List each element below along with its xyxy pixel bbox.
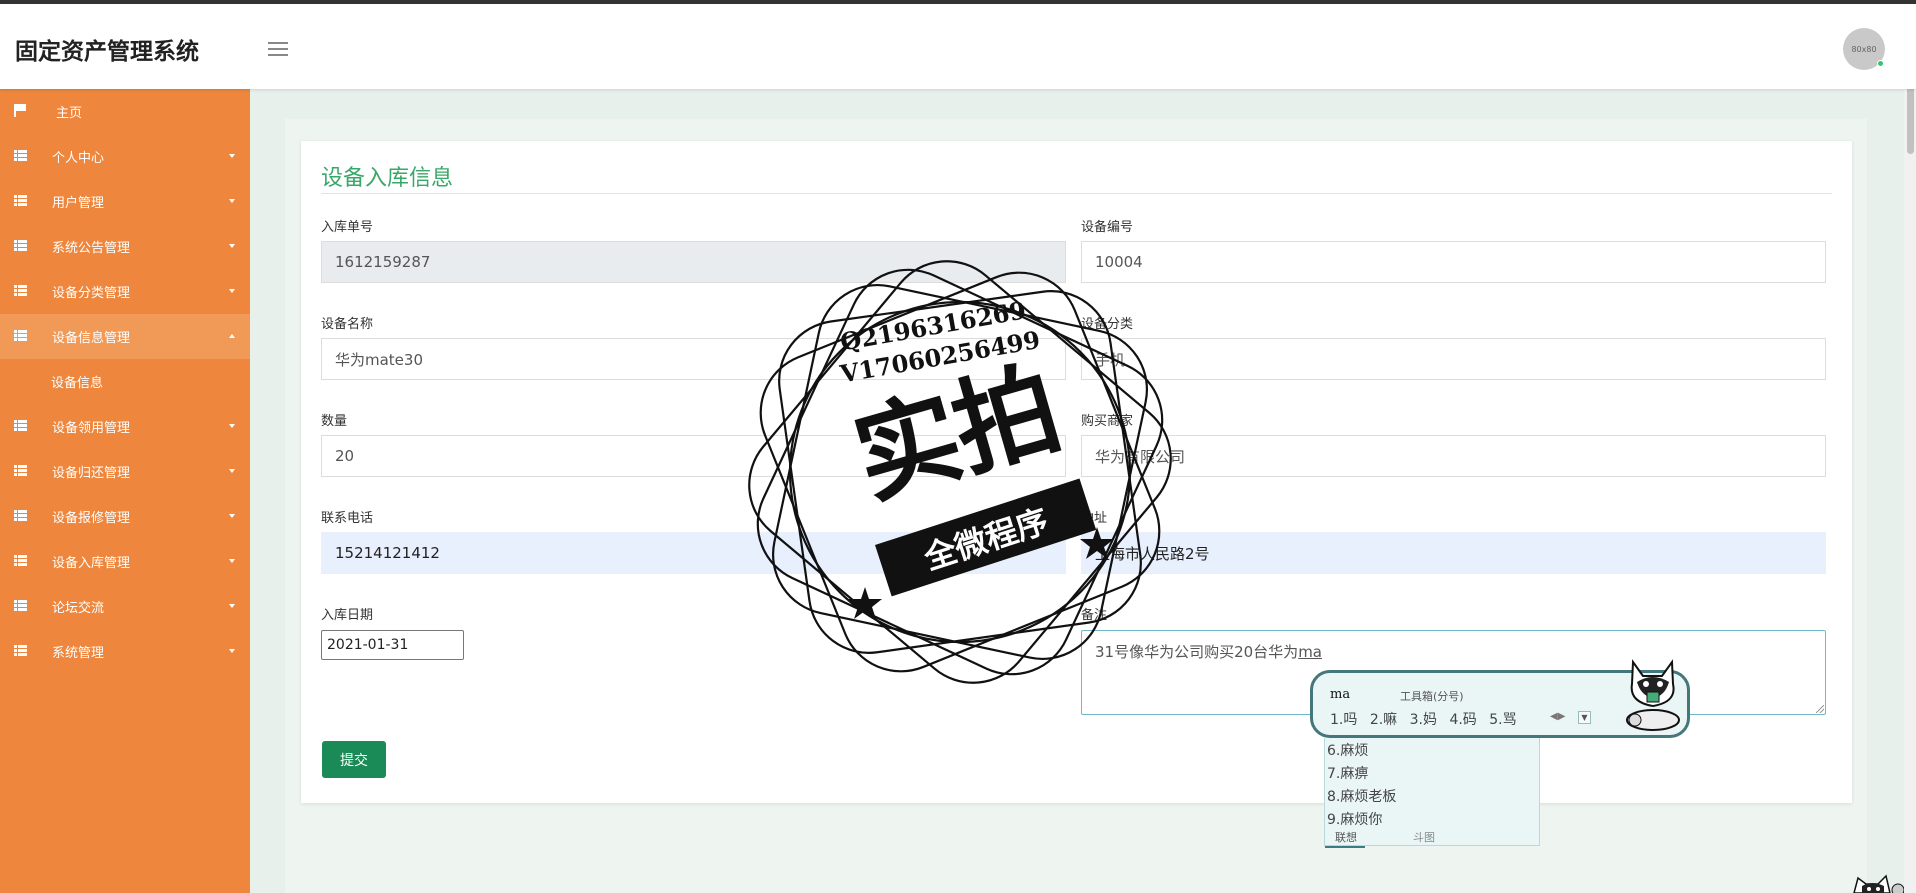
app-title: 固定资产管理系统 [15,39,199,65]
quantity-label: 数量 [321,414,348,429]
top-header: 固定资产管理系统 80x80 [0,4,1916,89]
caret-down-icon [229,514,235,518]
sidebar-item-label: 系统公告管理 [52,241,131,256]
grid-icon [14,420,27,431]
ime-candidate[interactable]: 1.吗 [1330,712,1357,728]
ime-candidate[interactable]: 4.码 [1449,712,1476,728]
sidebar-item-label: 设备报修管理 [52,511,131,526]
ime-candidate[interactable]: 8.麻烦老板 [1325,784,1539,807]
avatar-placeholder-text: 80x80 [1851,44,1877,54]
submit-button[interactable]: 提交 [322,741,386,778]
sidebar-item-home[interactable]: 主页 [0,89,250,134]
ime-candidate-row: 1.吗 2.嘛 3.妈 4.码 5.骂 [1330,709,1525,729]
sidebar-item-label: 设备分类管理 [52,286,131,301]
sidebar-item-label: 设备信息管理 [52,331,131,346]
grid-icon [14,600,27,611]
sidebar-item-label: 设备领用管理 [52,421,131,436]
caret-up-icon [229,334,235,338]
ime-candidate[interactable]: 2.嘛 [1370,712,1397,728]
device-name-label: 设备名称 [321,317,374,332]
resize-grip-icon[interactable] [1816,705,1824,713]
order-no-label: 入库单号 [321,220,374,235]
date-field[interactable]: 2021-01-31 [321,630,464,660]
caret-down-icon [229,289,235,293]
avatar[interactable]: 80x80 [1843,28,1885,70]
sidebar-item-personal-center[interactable]: 个人中心 [0,134,250,179]
caret-down-icon [229,424,235,428]
grid-icon [14,150,27,161]
remark-composing-text: ma [1298,643,1322,661]
grid-icon [14,510,27,521]
sidebar: 主页 个人中心 用户管理 系统公告管理 设备分类管理 设备信息管理 设备信息 设… [0,89,250,893]
vendor-field[interactable]: 华为有限公司 [1081,435,1826,477]
page-scrollbar[interactable] [1904,4,1916,893]
ime-popup: ma 工具箱(分号) 1.吗 2.嘛 3.妈 4.码 5.骂 ◀▶ ▼ 6.麻烦… [1310,659,1692,848]
sidebar-item-device-return[interactable]: 设备归还管理 [0,449,250,494]
sidebar-item-label: 设备入库管理 [52,556,131,571]
ime-expand-icon[interactable]: ▼ [1578,711,1591,724]
sidebar-item-device-borrow[interactable]: 设备领用管理 [0,404,250,449]
caret-down-icon [229,244,235,248]
grid-icon [14,240,27,251]
ime-candidate[interactable]: 7.麻痹 [1325,761,1539,784]
ime-tabs: 联想 斗图 [1325,827,1541,848]
flag-icon [14,104,26,117]
ime-candidate-list: 6.麻烦 7.麻痹 8.麻烦老板 9.麻烦你 联想 斗图 [1324,738,1541,848]
ime-candidate[interactable]: 6.麻烦 [1325,738,1539,761]
device-no-field[interactable]: 10004 [1081,241,1826,283]
caret-down-icon [229,199,235,203]
corner-mascot-icon [1853,874,1904,893]
menu-toggle-icon[interactable] [268,42,288,57]
sidebar-item-forum[interactable]: 论坛交流 [0,584,250,629]
sidebar-item-device-category[interactable]: 设备分类管理 [0,269,250,314]
title-divider [321,193,1832,194]
ime-composition: ma [1330,687,1351,702]
online-status-dot [1877,60,1884,67]
grid-icon [14,330,27,341]
sidebar-item-user-management[interactable]: 用户管理 [0,179,250,224]
date-label: 入库日期 [321,608,374,623]
grid-icon [14,195,27,206]
sidebar-item-label: 论坛交流 [52,601,105,616]
device-no-label: 设备编号 [1081,220,1134,235]
grid-icon [14,645,27,656]
ime-candidate[interactable]: 3.妈 [1410,712,1437,728]
grid-icon [14,465,27,476]
sidebar-item-system-management[interactable]: 系统管理 [0,629,250,674]
sidebar-item-device-stock-in[interactable]: 设备入库管理 [0,539,250,584]
caret-down-icon [229,604,235,608]
grid-icon [14,555,27,566]
caret-down-icon [229,154,235,158]
sidebar-item-label: 个人中心 [52,151,105,166]
ime-mascot-icon [1626,659,1680,731]
sidebar-item-device-repair[interactable]: 设备报修管理 [0,494,250,539]
device-category-field[interactable]: 手机 [1081,338,1826,380]
sidebar-item-label: 用户管理 [52,196,105,211]
sidebar-item-label: 设备归还管理 [52,466,131,481]
caret-down-icon [229,649,235,653]
ime-page-arrows-icon[interactable]: ◀▶ [1550,711,1565,722]
grid-icon [14,285,27,296]
address-field[interactable]: 上海市人民路2号 [1081,532,1826,574]
ime-toolbox[interactable]: 工具箱(分号) [1400,688,1464,704]
caret-down-icon [229,469,235,473]
sidebar-item-label: 主页 [56,106,83,121]
phone-label: 联系电话 [321,511,374,526]
sidebar-item-label: 系统管理 [52,646,105,661]
ime-candidate[interactable]: 5.骂 [1489,712,1516,728]
ime-tab-association[interactable]: 联想 [1325,829,1365,848]
sidebar-subitem-device-info[interactable]: 设备信息 [0,359,250,404]
sidebar-item-announcements[interactable]: 系统公告管理 [0,224,250,269]
page-title: 设备入库信息 [321,166,454,191]
caret-down-icon [229,559,235,563]
ime-tab-sticker[interactable]: 斗图 [1413,829,1435,845]
sidebar-item-device-info[interactable]: 设备信息管理 [0,314,250,359]
